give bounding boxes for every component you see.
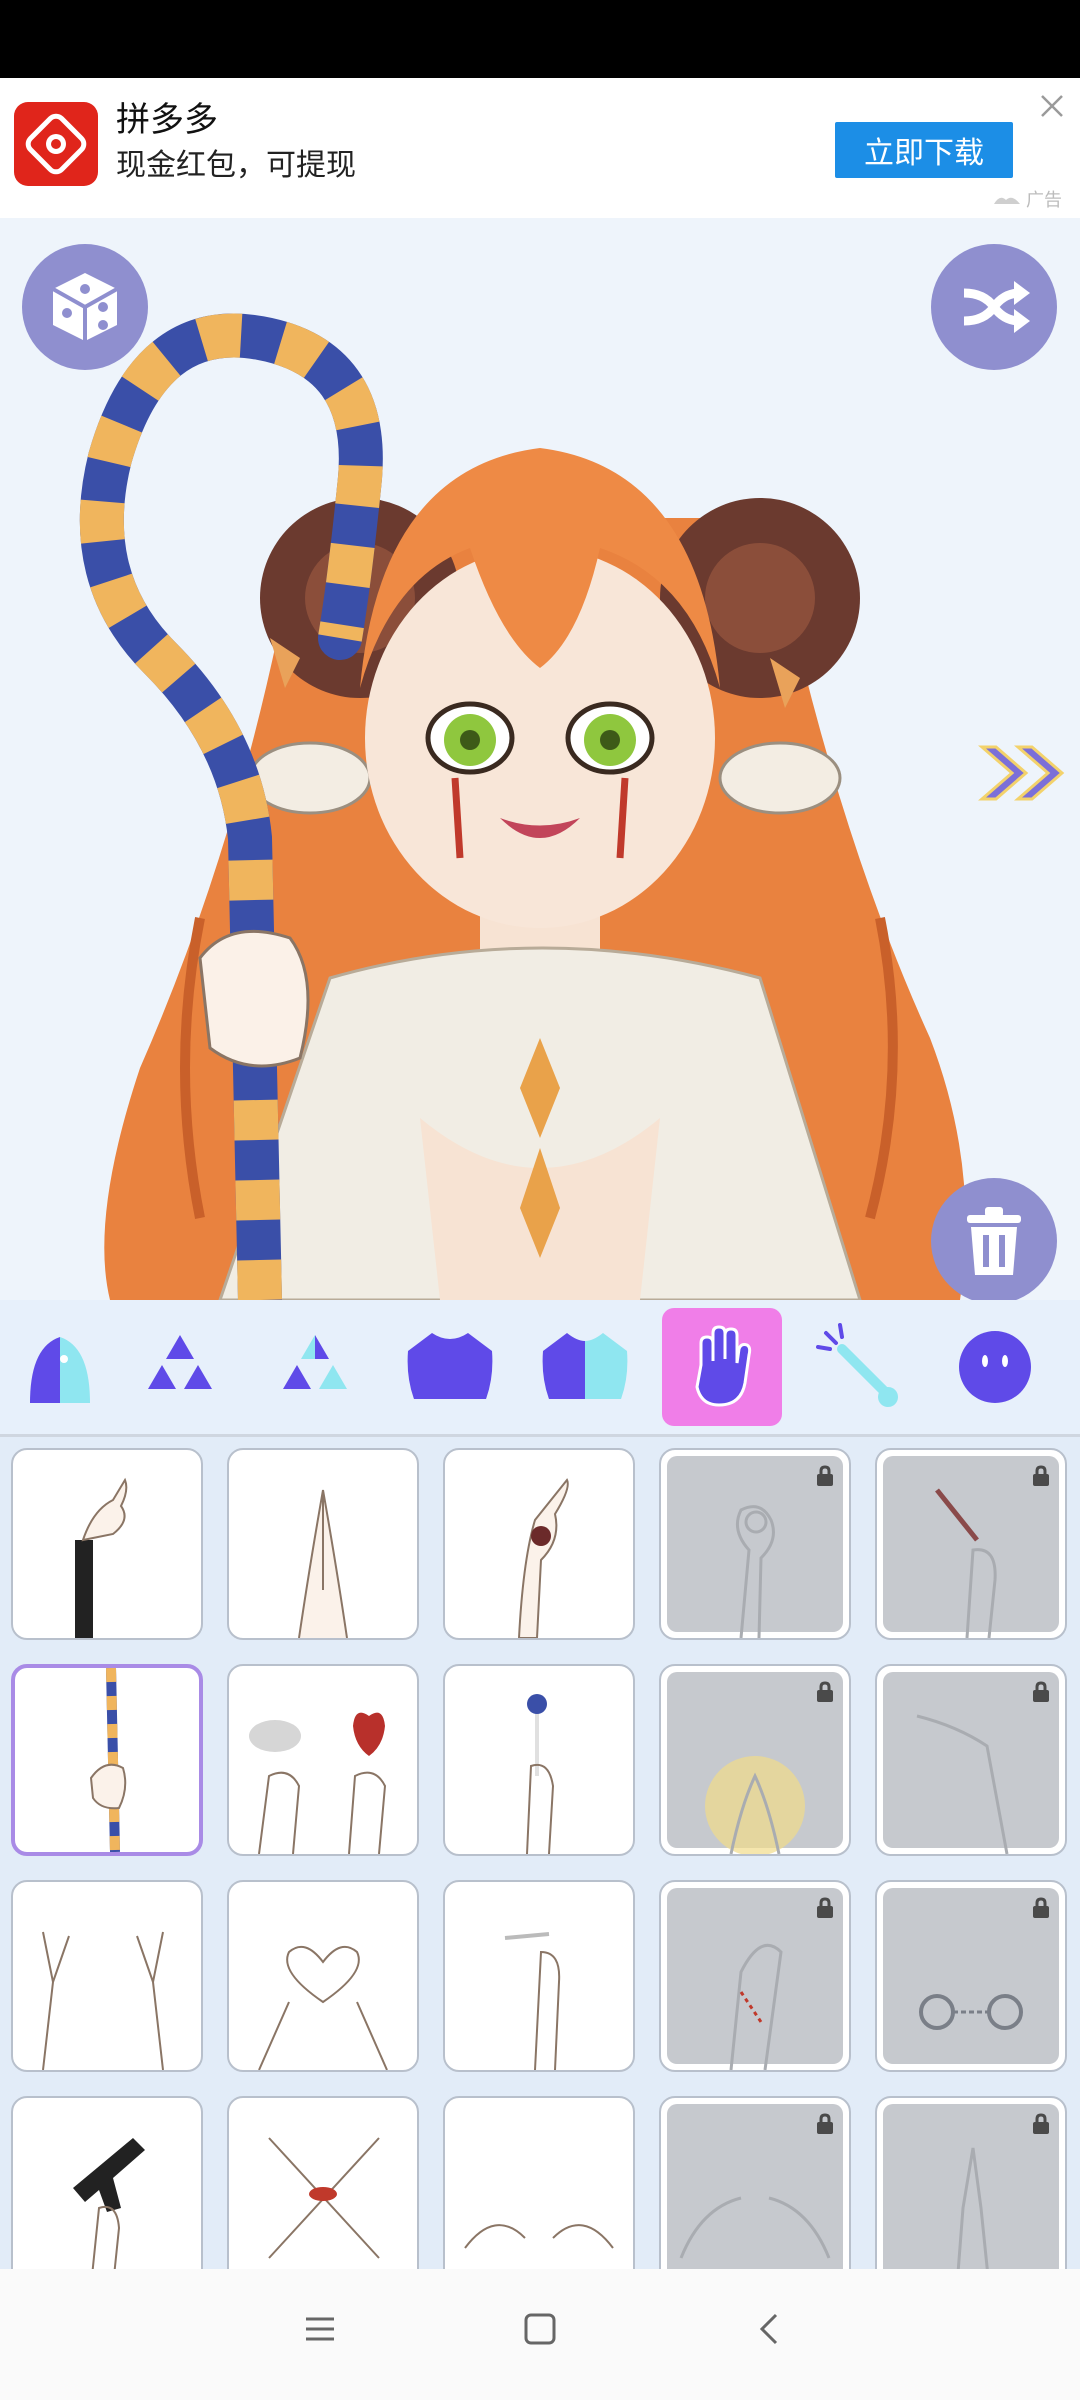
menu-icon[interactable] xyxy=(302,2311,338,2347)
shuffle-button[interactable] xyxy=(931,244,1057,370)
item-tile[interactable] xyxy=(443,2096,635,2269)
item-tile[interactable] xyxy=(443,1448,635,1640)
wand-icon xyxy=(816,1323,898,1407)
crossed-hands-lips-icon xyxy=(268,2137,380,2259)
home-icon[interactable] xyxy=(522,2311,558,2347)
item-tile-locked[interactable] xyxy=(875,1664,1067,1856)
ad-app-logo-icon xyxy=(14,102,98,186)
item-tile-locked[interactable] xyxy=(659,1448,851,1640)
lock-icon xyxy=(817,1897,833,1918)
ad-subtitle: 现金红包，可提现 xyxy=(116,148,356,183)
tab-face[interactable] xyxy=(935,1308,1055,1426)
dice-icon xyxy=(52,273,118,341)
shirt-icon xyxy=(407,1333,493,1399)
item-tile[interactable] xyxy=(11,1448,203,1640)
feather-heart-icon xyxy=(249,1712,387,1854)
item-tile[interactable] xyxy=(227,1880,419,2072)
hand-icon xyxy=(695,1325,752,1407)
back-icon[interactable] xyxy=(752,2311,788,2347)
item-tile[interactable] xyxy=(227,1664,419,1856)
lock-icon xyxy=(1033,1897,1049,1918)
spread-hands-icon xyxy=(464,2224,614,2249)
tab-accessory[interactable] xyxy=(800,1308,920,1426)
status-bar xyxy=(0,0,1080,78)
ad-network-icon xyxy=(994,197,1020,204)
pray-hands-icon xyxy=(298,1489,348,1638)
category-tabs xyxy=(0,1300,1080,1437)
item-tile[interactable] xyxy=(227,1448,419,1640)
lollipop-icon xyxy=(526,1694,555,1854)
tab-triangle-1[interactable] xyxy=(120,1308,240,1426)
ad-download-button[interactable]: 立即下载 xyxy=(835,122,1013,178)
tab-shirt[interactable] xyxy=(390,1308,510,1426)
item-tile-locked[interactable] xyxy=(875,1448,1067,1640)
item-tile-locked[interactable] xyxy=(875,1880,1067,2072)
ad-tag-label: 广告 xyxy=(1026,190,1062,211)
heart-hands-icon xyxy=(258,1945,388,2070)
gun-icon xyxy=(73,2138,145,2269)
delete-button[interactable] xyxy=(931,1178,1057,1300)
hand-pose-icon xyxy=(75,1477,128,1638)
character-canvas xyxy=(0,218,1080,1300)
close-icon[interactable] xyxy=(1036,90,1068,122)
item-grid xyxy=(0,1437,1080,2269)
ad-title: 拼多多 xyxy=(116,100,218,140)
lock-icon xyxy=(817,2113,833,2134)
item-tile-locked[interactable] xyxy=(659,1880,851,2072)
staff-hand-icon xyxy=(89,1668,127,1852)
item-tile[interactable] xyxy=(443,1664,635,1856)
body-icon xyxy=(30,1337,90,1403)
item-tile-locked[interactable] xyxy=(875,2096,1067,2269)
trash-icon xyxy=(967,1207,1021,1275)
item-tile[interactable] xyxy=(11,1880,203,2072)
item-tile-locked[interactable] xyxy=(659,2096,851,2269)
tab-hands[interactable] xyxy=(662,1308,782,1426)
peace-signs-icon xyxy=(42,1931,164,2070)
item-tile-locked[interactable] xyxy=(659,1664,851,1856)
system-nav-bar xyxy=(0,2269,1080,2400)
tab-triangle-2[interactable] xyxy=(255,1308,375,1426)
lock-icon xyxy=(1033,1465,1049,1486)
randomize-button[interactable] xyxy=(22,244,148,370)
character-illustration xyxy=(79,313,966,1300)
item-tile[interactable] xyxy=(11,2096,203,2269)
item-tile-selected[interactable] xyxy=(11,1664,203,1856)
lock-icon xyxy=(1033,1681,1049,1702)
double-chevron-right-icon[interactable] xyxy=(978,743,1068,803)
face-icon xyxy=(959,1331,1031,1403)
lock-icon xyxy=(1033,2113,1049,2134)
tab-outfit[interactable] xyxy=(525,1308,645,1426)
shirt-split-icon xyxy=(542,1333,628,1399)
item-tile[interactable] xyxy=(443,1880,635,2072)
lock-icon xyxy=(817,1681,833,1702)
point-rose-icon xyxy=(517,1478,569,1638)
triangle-icon xyxy=(148,1335,212,1389)
lock-icon xyxy=(817,1465,833,1486)
shuffle-icon xyxy=(963,281,1030,333)
triangle-half-icon xyxy=(283,1335,347,1389)
cigarette-icon xyxy=(504,1932,561,2070)
item-tile[interactable] xyxy=(227,2096,419,2269)
ad-banner[interactable]: 拼多多 现金红包，可提现 立即下载 广告 xyxy=(0,78,1080,218)
ad-tag: 广告 xyxy=(992,186,1062,212)
tab-body[interactable] xyxy=(0,1308,120,1426)
